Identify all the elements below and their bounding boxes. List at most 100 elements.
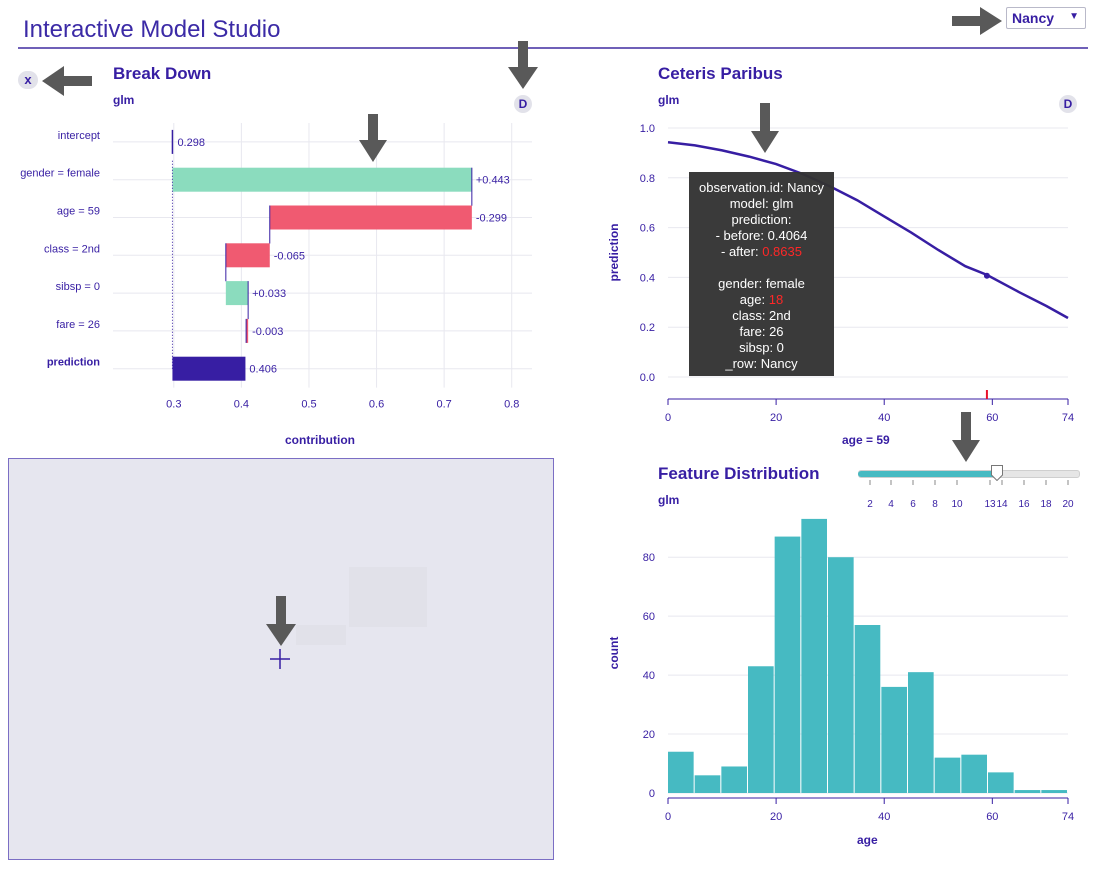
slider-tick-label: 6 (910, 499, 916, 510)
arrow-down-icon (266, 596, 296, 646)
row-label: sibsp = 0 (56, 281, 100, 293)
contribution-bar (225, 281, 249, 306)
x-tick-label: 74 (1062, 412, 1074, 424)
contribution-bar (269, 205, 472, 230)
ceteris-x-axis-label: age = 59 (842, 433, 890, 447)
tooltip-line: gender: female (718, 276, 805, 291)
y-axis-label: prediction (607, 223, 621, 281)
observation-select[interactable]: Nancy ▼ (1006, 7, 1086, 29)
distribution-title: Feature Distribution (658, 464, 820, 483)
bins-slider-handle[interactable] (990, 465, 1003, 482)
ceteris-title: Ceteris Paribus (658, 64, 783, 83)
placeholder-shape (349, 567, 427, 627)
header-divider (18, 47, 1088, 49)
value-label: -0.003 (252, 326, 283, 338)
tooltip-line: - before: 0.4064 (715, 228, 808, 243)
app-title: Interactive Model Studio (23, 16, 281, 43)
tooltip-line: _row: Nancy (725, 356, 798, 371)
x-tick-label: 60 (986, 412, 998, 424)
distribution-chart: 0 20 40 60 80 0 20 40 60 74 count (607, 518, 1074, 823)
ceteris-describe-button[interactable]: D (1059, 95, 1077, 113)
histogram-bar (828, 557, 854, 793)
slider-tick-label: 2 (867, 499, 873, 510)
contribution-bar (172, 167, 472, 192)
y-tick-label: 1.0 (640, 123, 655, 135)
arrow-down-icon (751, 103, 779, 153)
slider-tick-label: 20 (1062, 499, 1074, 510)
distribution-model-label: glm (658, 493, 680, 507)
x-tick-label: 0.3 (166, 399, 181, 411)
x-tick-label: 20 (770, 811, 782, 823)
x-tick-label: 0 (665, 811, 671, 823)
slider-tick-label: 13 (984, 499, 996, 510)
value-label: -0.299 (476, 213, 507, 225)
close-panel-button[interactable]: x (18, 71, 38, 89)
histogram-bar (774, 536, 801, 793)
add-plus-icon[interactable] (270, 649, 290, 669)
histogram-bar (668, 751, 694, 793)
breakdown-describe-button[interactable]: D (514, 95, 532, 113)
histogram-bar (908, 672, 934, 793)
y-tick-label: 0.6 (640, 223, 655, 235)
histogram-bar (721, 766, 747, 793)
contribution-bar (172, 356, 246, 381)
x-tick-label: 0.6 (369, 399, 384, 411)
slider-tick-label: 18 (1040, 499, 1052, 510)
distribution-x-axis-label: age (857, 833, 878, 847)
ceteris-model-label: glm (658, 93, 680, 107)
arrow-left-icon (42, 66, 92, 96)
ceteris-chart: 0.0 0.2 0.4 0.6 0.8 1.0 0 20 40 60 74 prediction (607, 123, 1074, 424)
value-label: +0.033 (252, 288, 286, 300)
x-tick-label: 0.4 (234, 399, 249, 411)
x-tick-label: 60 (986, 811, 998, 823)
breakdown-x-axis-label: contribution (285, 433, 355, 447)
y-tick-label: 0.0 (640, 372, 655, 384)
y-tick-label: 20 (643, 729, 655, 741)
y-tick-label: 0.4 (640, 272, 655, 284)
row-label: prediction (47, 357, 100, 369)
histogram-bar (694, 775, 721, 793)
histogram-bar (988, 772, 1014, 793)
tooltip-line: model: glm (729, 196, 794, 211)
arrow-right-icon (952, 7, 1002, 35)
row-label: gender = female (20, 168, 100, 180)
histogram-bar (1041, 790, 1067, 793)
row-label: age = 59 (57, 206, 100, 218)
bins-slider-ticks: 2 4 6 8 10 13 14 16 18 20 (867, 480, 1074, 510)
arrow-down-icon (952, 412, 980, 462)
tooltip-line: class: 2nd (732, 308, 791, 323)
x-tick-label: 20 (770, 412, 782, 424)
tooltip-after-value: 0.8635 (762, 244, 802, 259)
slider-tick-label: 14 (996, 499, 1008, 510)
bins-slider-fill (858, 471, 997, 477)
x-tick-label: 74 (1062, 811, 1074, 823)
tooltip-age-label: age: (739, 292, 769, 307)
x-tick-label: 40 (878, 412, 890, 424)
y-axis-label: count (607, 637, 621, 670)
histogram-bar (748, 666, 774, 793)
tooltip-line: prediction: (731, 212, 792, 227)
contribution-bar (225, 243, 270, 268)
arrow-down-icon (508, 41, 538, 89)
observation-point (983, 272, 990, 279)
slider-tick-label: 8 (932, 499, 938, 510)
tooltip-line: fare: 26 (739, 324, 784, 339)
y-tick-label: 80 (643, 552, 655, 564)
histogram-bar (934, 757, 961, 793)
x-tick-label: 0.5 (301, 399, 316, 411)
y-tick-label: 40 (643, 670, 655, 682)
histogram-bar (1014, 790, 1041, 793)
slider-tick-label: 4 (888, 499, 894, 510)
tooltip-line: observation.id: Nancy (698, 180, 824, 195)
y-tick-label: 0.2 (640, 322, 655, 334)
x-tick-label: 0.8 (504, 399, 519, 411)
tooltip-line: - after: 0.8635 (689, 244, 834, 260)
value-label: +0.443 (476, 175, 510, 187)
value-label: -0.065 (274, 250, 305, 262)
tooltip-age-value: 18 (768, 292, 784, 307)
empty-panel-drop-area[interactable] (8, 458, 554, 860)
breakdown-chart: 0.3 0.4 0.5 0.6 0.7 0.8 intercept 0.298 gender =… (20, 123, 532, 411)
y-tick-label: 0 (649, 788, 655, 800)
breakdown-model-label: glm (113, 93, 135, 107)
x-tick-label: 40 (878, 811, 890, 823)
